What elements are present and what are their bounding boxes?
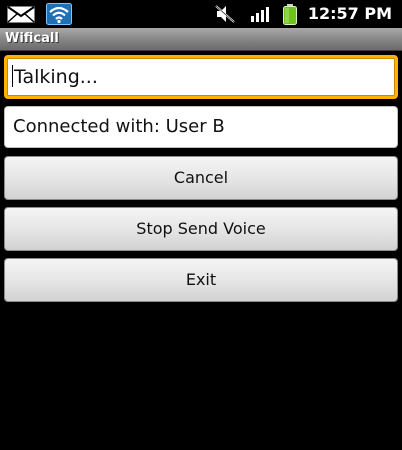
battery-icon: [283, 4, 297, 25]
talking-status-value: Talking...: [14, 66, 98, 88]
mail-icon: [7, 6, 35, 23]
status-bar: 12:57 PM: [0, 0, 402, 28]
wifi-icon: [46, 3, 72, 25]
signal-icon: [251, 7, 269, 22]
talking-status-field[interactable]: Talking...: [4, 55, 398, 99]
talking-status-text: Talking...: [12, 65, 98, 89]
app-title-bar: Wificall: [0, 28, 402, 51]
connected-status-field[interactable]: Connected with: User B: [4, 106, 398, 148]
connected-status-text: Connected with: User B: [13, 116, 225, 137]
cancel-button[interactable]: Cancel: [4, 156, 398, 200]
stop-send-voice-button[interactable]: Stop Send Voice: [4, 207, 398, 251]
text-cursor: [12, 65, 13, 87]
status-time: 12:57 PM: [307, 4, 392, 23]
app-title: Wificall: [5, 31, 59, 46]
mute-icon: [215, 5, 235, 23]
phone-screen: 12:57 PM Wificall Talking... Connected w…: [0, 0, 402, 450]
exit-button[interactable]: Exit: [4, 258, 398, 302]
